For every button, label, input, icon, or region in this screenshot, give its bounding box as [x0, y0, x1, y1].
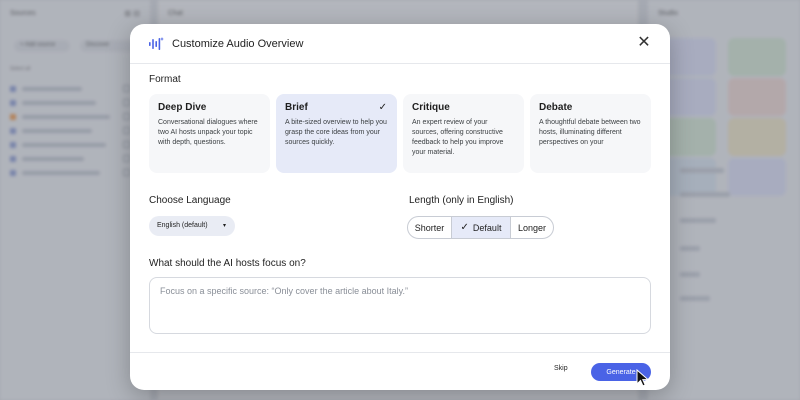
choose-language-label: Choose Language — [149, 195, 231, 206]
format-card-title: Deep Dive — [158, 102, 207, 113]
format-card-critique[interactable]: Critique An expert review of your source… — [403, 94, 524, 173]
audio-waveform-icon — [149, 37, 164, 50]
generate-button-label: Generate — [606, 368, 636, 376]
format-card-brief[interactable]: Brief ✓ A bite-sized overview to help yo… — [276, 94, 397, 173]
length-option-longer[interactable]: Longer — [511, 217, 553, 238]
mouse-pointer-icon — [636, 369, 650, 387]
format-card-title: Debate — [539, 102, 573, 113]
length-selector: Shorter ✓ Default Longer — [407, 216, 554, 239]
language-value: English (default) — [157, 222, 208, 229]
focus-input[interactable]: Focus on a specific source: “Only cover … — [149, 277, 651, 334]
format-card-description: Conversational dialogues where two AI ho… — [158, 119, 258, 146]
length-option-label: Default — [472, 222, 502, 233]
length-label: Length (only in English) — [409, 195, 514, 206]
checkmark-icon: ✓ — [460, 222, 469, 233]
format-card-title: Critique — [412, 102, 450, 113]
length-option-label: Shorter — [414, 222, 445, 233]
format-card-deep-dive[interactable]: Deep Dive Conversational dialogues where… — [149, 94, 270, 173]
checkmark-icon: ✓ — [378, 102, 387, 113]
dialog-header: Customize Audio Overview ✕ — [130, 24, 670, 64]
close-icon[interactable]: ✕ — [636, 35, 652, 51]
format-card-description: An expert review of your sources, offeri… — [412, 119, 504, 156]
dialog-title: Customize Audio Overview — [172, 38, 304, 50]
skip-button[interactable]: Skip — [554, 365, 568, 372]
language-dropdown[interactable]: English (default) ▾ — [149, 216, 235, 236]
focus-placeholder: Focus on a specific source: “Only cover … — [160, 286, 408, 296]
format-card-description: A bite-sized overview to help you grasp … — [285, 119, 387, 146]
length-option-default[interactable]: ✓ Default — [452, 217, 511, 238]
length-option-label: Longer — [517, 222, 547, 233]
format-card-title: Brief — [285, 102, 308, 113]
customize-audio-overview-dialog: Customize Audio Overview ✕ Format Deep D… — [130, 24, 670, 390]
format-card-description: A thoughtful debate between two hosts, i… — [539, 119, 641, 146]
format-label: Format — [149, 74, 181, 85]
length-option-shorter[interactable]: Shorter — [408, 217, 452, 238]
focus-label: What should the AI hosts focus on? — [149, 258, 306, 269]
format-card-debate[interactable]: Debate A thoughtful debate between two h… — [530, 94, 651, 173]
caret-down-icon: ▾ — [222, 223, 226, 229]
dialog-footer: Skip Generate — [130, 352, 670, 390]
